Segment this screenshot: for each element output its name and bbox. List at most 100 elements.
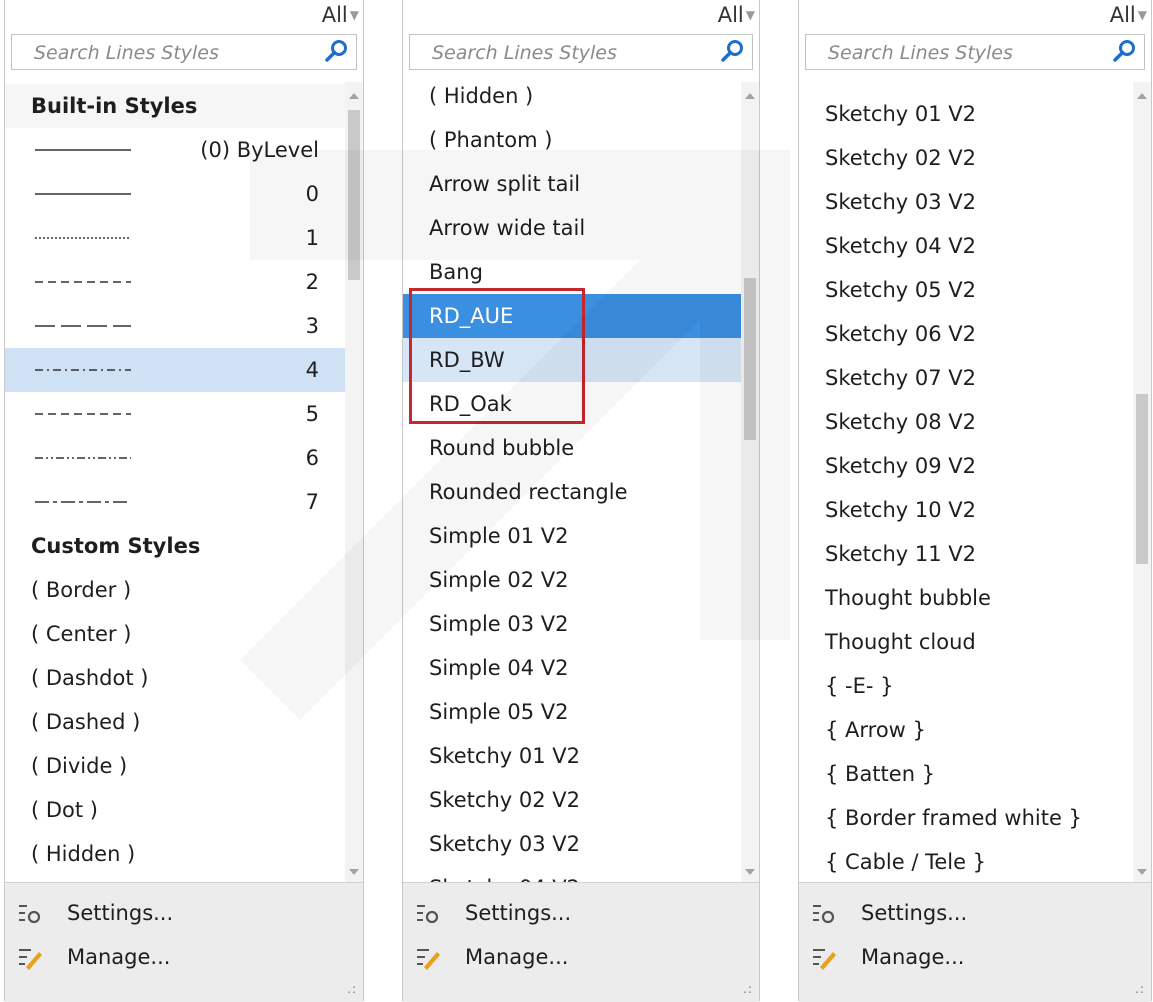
style-row[interactable]: Sketchy 01 V2	[403, 734, 741, 778]
style-row[interactable]: Sketchy 10 V2	[799, 488, 1133, 532]
manage-menu-item[interactable]: Manage...	[799, 935, 1151, 979]
style-row[interactable]: Simple 04 V2	[403, 646, 741, 690]
scroll-down-icon[interactable]	[1136, 866, 1148, 878]
custom-style-row[interactable]: ( Center )	[5, 612, 345, 656]
style-row[interactable]: { Batten }	[799, 752, 1133, 796]
line-style-preview	[35, 281, 131, 283]
panel-footer: Settings... Manage... .:	[5, 882, 363, 1002]
style-row[interactable]: { Border framed white }	[799, 796, 1133, 840]
section-header-custom: Custom Styles	[5, 524, 345, 568]
style-row[interactable]: Rounded rectangle	[403, 470, 741, 514]
resize-grip-icon[interactable]: .:	[743, 982, 753, 996]
style-row[interactable]: Thought cloud	[799, 620, 1133, 664]
resize-grip-icon[interactable]: .:	[347, 982, 357, 996]
settings-menu-item[interactable]: Settings...	[5, 891, 363, 935]
highlight-box	[409, 288, 585, 424]
style-row[interactable]: { Cable / Tele }	[799, 840, 1133, 882]
settings-label: Settings...	[465, 901, 572, 925]
style-row[interactable]: Round bubble	[403, 426, 741, 470]
style-row[interactable]: Simple 01 V2	[403, 514, 741, 558]
style-row[interactable]: Arrow wide tail	[403, 206, 741, 250]
filter-dropdown[interactable]: All ▼	[1110, 0, 1147, 30]
style-name: Sketchy 01 V2	[825, 102, 976, 126]
style-row[interactable]: Simple 05 V2	[403, 690, 741, 734]
filter-dropdown[interactable]: All ▼	[322, 0, 359, 30]
style-row[interactable]: Sketchy 04 V2	[799, 224, 1133, 268]
search-input[interactable]: Search Lines Styles	[805, 34, 1145, 70]
style-list[interactable]: ( Hidden ) ( Phantom ) Arrow split tail Arr…	[403, 82, 741, 882]
custom-style-row[interactable]: ( Hidden )	[5, 832, 345, 876]
manage-menu-item[interactable]: Manage...	[5, 935, 363, 979]
search-input[interactable]: Search Lines Styles	[409, 34, 753, 70]
settings-menu-item[interactable]: Settings...	[403, 891, 759, 935]
search-input[interactable]: Search Lines Styles	[11, 34, 357, 70]
search-icon[interactable]	[1110, 38, 1138, 66]
style-name: Simple 02 V2	[429, 568, 569, 592]
style-name: ( Border )	[31, 578, 132, 602]
style-row[interactable]: { Arrow }	[799, 708, 1133, 752]
builtin-style-row[interactable]: 6	[5, 436, 345, 480]
manage-menu-item[interactable]: Manage...	[403, 935, 759, 979]
style-row[interactable]: Thought bubble	[799, 576, 1133, 620]
scroll-up-icon[interactable]	[744, 90, 756, 102]
style-name: Sketchy 09 V2	[825, 454, 976, 478]
builtin-style-row[interactable]: 3	[5, 304, 345, 348]
builtin-style-row[interactable]: (0) ByLevel	[5, 128, 345, 172]
manage-pencil-icon	[417, 949, 440, 970]
builtin-style-row[interactable]: 0	[5, 172, 345, 216]
custom-style-row[interactable]: ( Dashdot )	[5, 656, 345, 700]
scrollbar[interactable]	[741, 82, 759, 882]
style-row[interactable]: Sketchy 08 V2	[799, 400, 1133, 444]
style-row[interactable]: Sketchy 03 V2	[403, 822, 741, 866]
resize-grip-icon[interactable]: .:	[1135, 982, 1145, 996]
style-row[interactable]: Sketchy 01 V2	[799, 92, 1133, 136]
style-row[interactable]: Simple 03 V2	[403, 602, 741, 646]
style-row[interactable]: ( Phantom )	[403, 118, 741, 162]
style-row[interactable]: Sketchy 07 V2	[799, 356, 1133, 400]
style-row[interactable]: Sketchy 06 V2	[799, 312, 1133, 356]
scrollbar[interactable]	[1133, 82, 1151, 882]
settings-menu-item[interactable]: Settings...	[799, 891, 1151, 935]
filter-dropdown[interactable]: All ▼	[718, 0, 755, 30]
builtin-style-row[interactable]: 1	[5, 216, 345, 260]
scroll-thumb[interactable]	[744, 278, 756, 440]
style-row[interactable]: Sketchy 02 V2	[799, 136, 1133, 180]
scroll-up-icon[interactable]	[1136, 90, 1148, 102]
scroll-up-icon[interactable]	[348, 90, 360, 102]
style-row[interactable]: Arrow split tail	[403, 162, 741, 206]
style-row[interactable]: ( Hidden )	[403, 82, 741, 118]
builtin-style-row[interactable]: 7	[5, 480, 345, 524]
builtin-style-row[interactable]: 2	[5, 260, 345, 304]
style-name: { Cable / Tele }	[825, 850, 987, 874]
style-list[interactable]: Built-in Styles (0) ByLevel 0 1 2 3 4 5 6 7 Custom…	[5, 82, 345, 882]
style-row[interactable]: Simple 02 V2	[403, 558, 741, 602]
custom-style-row[interactable]: ( Dot )	[5, 788, 345, 832]
line-style-preview	[35, 149, 131, 151]
custom-style-row[interactable]: ( Border )	[5, 568, 345, 612]
style-name: Arrow split tail	[429, 172, 581, 196]
style-row[interactable]: Sketchy 09 V2	[799, 444, 1133, 488]
scroll-down-icon[interactable]	[348, 866, 360, 878]
manage-label: Manage...	[861, 945, 965, 969]
scrollbar[interactable]	[345, 82, 363, 882]
builtin-style-row[interactable]: 4	[5, 348, 345, 392]
style-row[interactable]: Sketchy 05 V2	[799, 268, 1133, 312]
search-icon[interactable]	[718, 38, 746, 66]
scroll-down-icon[interactable]	[744, 866, 756, 878]
style-name: Sketchy 11 V2	[825, 542, 976, 566]
style-row[interactable]: Sketchy 03 V2	[799, 180, 1133, 224]
filter-label: All	[1109, 3, 1136, 27]
style-row[interactable]: Sketchy 11 V2	[799, 532, 1133, 576]
style-row[interactable]: Sketchy 02 V2	[403, 778, 741, 822]
style-list[interactable]: Sketchy 01 V2 Sketchy 02 V2 Sketchy 03 V2 S…	[799, 82, 1133, 882]
builtin-style-row[interactable]: 5	[5, 392, 345, 436]
style-row[interactable]: { -E- }	[799, 664, 1133, 708]
custom-style-row[interactable]: ( Divide )	[5, 744, 345, 788]
style-name: Sketchy 04 V2	[825, 234, 976, 258]
style-name: Simple 04 V2	[429, 656, 569, 680]
style-row[interactable]: Sketchy 04 V2	[403, 866, 741, 882]
scroll-thumb[interactable]	[1136, 394, 1148, 564]
search-icon[interactable]	[322, 38, 350, 66]
custom-style-row[interactable]: ( Dashed )	[5, 700, 345, 744]
scroll-thumb[interactable]	[348, 110, 360, 280]
